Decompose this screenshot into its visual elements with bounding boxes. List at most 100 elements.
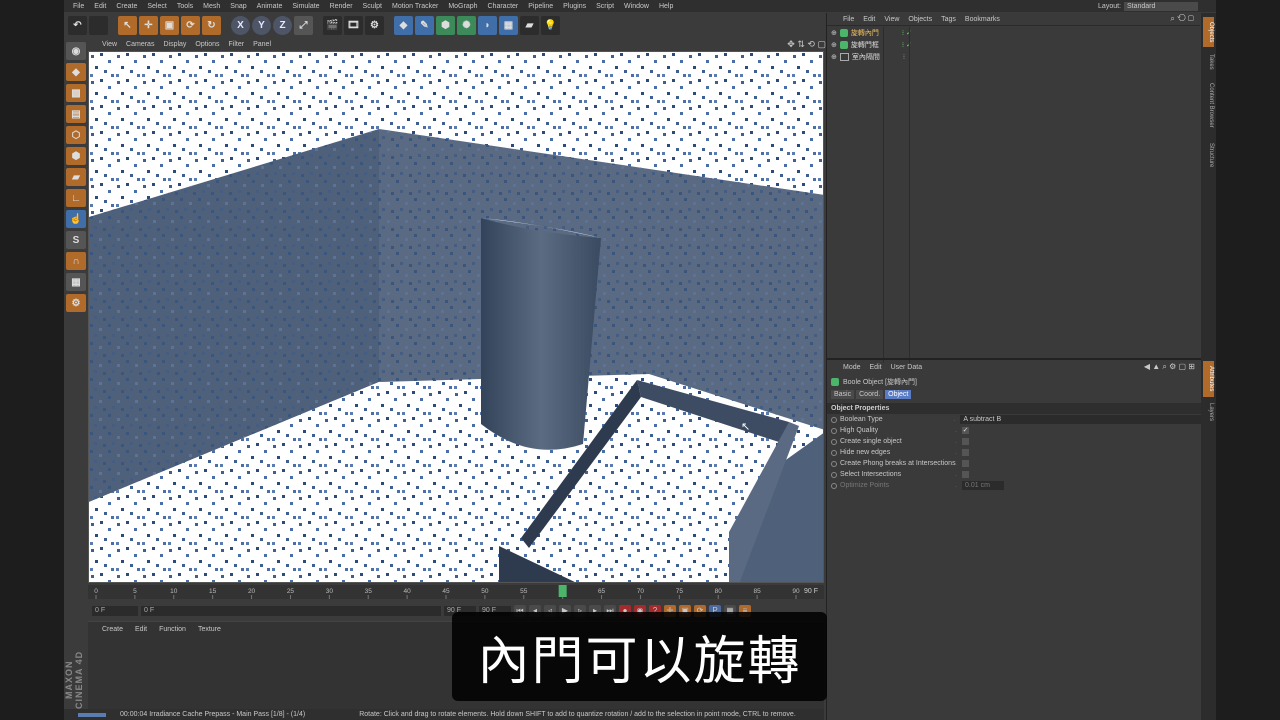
high-quality-checkbox[interactable]: ✓ [962, 427, 969, 434]
side-tab-attributes[interactable]: Attributes [1203, 361, 1214, 397]
axis-mode-icon[interactable]: ∟ [66, 189, 86, 207]
render-settings-icon[interactable]: ⚙ [365, 16, 384, 35]
animate-dot-icon[interactable] [831, 438, 837, 445]
side-tab-objects[interactable]: Objects [1203, 17, 1214, 47]
tweak-mode-icon[interactable]: ☝ [66, 210, 86, 228]
model-mode-icon[interactable]: ◆ [66, 63, 86, 81]
playhead-marker[interactable] [558, 585, 567, 597]
preview-range-slider[interactable]: 0 F [141, 605, 441, 616]
select-intersections-checkbox[interactable] [962, 471, 969, 478]
menu-render[interactable]: Render [325, 3, 358, 10]
zoom-icon[interactable]: ⇅ [797, 39, 805, 49]
menu-file[interactable]: File [68, 3, 89, 10]
object-name[interactable]: 室內隔間 [852, 52, 896, 62]
texture-mode-icon[interactable]: ▩ [66, 84, 86, 102]
x-axis-lock-button[interactable]: X [231, 16, 250, 35]
attr-menu-user-data[interactable]: User Data [891, 364, 923, 371]
material-menu-edit[interactable]: Edit [135, 626, 147, 633]
viewport-menu-panel[interactable]: Panel [253, 41, 271, 48]
redo-icon[interactable] [89, 16, 108, 35]
y-axis-lock-button[interactable]: Y [252, 16, 271, 35]
deformer-icon[interactable]: ◗ [478, 16, 497, 35]
snap-icon[interactable]: S [66, 231, 86, 249]
move-icon[interactable]: ✛ [139, 16, 158, 35]
magnet-icon[interactable]: ∩ [66, 252, 86, 270]
layout-select[interactable]: Standard [1124, 1, 1198, 11]
optimize-points-field[interactable]: 0.01 cm [962, 481, 1004, 490]
points-mode-icon[interactable]: ⬡ [66, 126, 86, 144]
animate-dot-icon[interactable] [831, 416, 837, 423]
tab-coord[interactable]: Coord. [856, 390, 884, 399]
undo-icon[interactable]: ↶ [68, 16, 87, 35]
subdivision-icon[interactable]: ⬢ [436, 16, 455, 35]
menu-mograph[interactable]: MoGraph [443, 3, 482, 10]
material-menu-function[interactable]: Function [159, 626, 186, 633]
light-icon[interactable]: 💡 [541, 16, 560, 35]
menu-motion-tracker[interactable]: Motion Tracker [387, 3, 443, 10]
create-single-object-checkbox[interactable] [962, 438, 969, 445]
visibility-dots-icon[interactable]: ⁝ [903, 53, 905, 61]
material-menu-create[interactable]: Create [102, 626, 123, 633]
side-tab-structure[interactable]: Structure [1203, 137, 1214, 173]
side-tab-takes[interactable]: Takes [1203, 51, 1214, 73]
animate-dot-icon[interactable] [831, 482, 837, 489]
menu-edit[interactable]: Edit [89, 3, 111, 10]
menu-create[interactable]: Create [111, 3, 142, 10]
menu-window[interactable]: Window [619, 3, 654, 10]
scale-icon[interactable]: ▣ [160, 16, 179, 35]
menu-tools[interactable]: Tools [172, 3, 198, 10]
live-selection-icon[interactable]: ↖ [118, 16, 137, 35]
menu-select[interactable]: Select [142, 3, 171, 10]
polygons-mode-icon[interactable]: ▰ [66, 168, 86, 186]
animate-dot-icon[interactable] [831, 449, 837, 456]
attr-menu-edit[interactable]: Edit [870, 364, 882, 371]
pan-icon[interactable]: ✥ [787, 39, 795, 49]
viewport-menu-filter[interactable]: Filter [229, 41, 245, 48]
expand-icon[interactable]: ⊕ [831, 29, 837, 37]
floor-icon[interactable]: ▦ [499, 16, 518, 35]
animate-dot-icon[interactable] [831, 427, 837, 434]
3d-viewport[interactable]: ↖ [88, 51, 824, 583]
attr-nav-icons[interactable]: ◀ ▲ ⌕ ⚙ ▢ ⊞ [1144, 362, 1201, 372]
object-menu-view[interactable]: View [884, 16, 899, 23]
side-tab-content-browser[interactable]: Content Browser [1203, 75, 1214, 135]
menu-animate[interactable]: Animate [252, 3, 288, 10]
expand-icon[interactable]: ⊕ [831, 53, 837, 61]
edges-mode-icon[interactable]: ⬢ [66, 147, 86, 165]
attr-menu-mode[interactable]: Mode [843, 364, 861, 371]
viewport-menu-options[interactable]: Options [195, 41, 219, 48]
pen-spline-icon[interactable]: ✎ [415, 16, 434, 35]
rotate-icon[interactable]: ⟳ [181, 16, 200, 35]
menu-pipeline[interactable]: Pipeline [523, 3, 558, 10]
tab-basic[interactable]: Basic [831, 390, 855, 399]
start-frame-field[interactable]: 0 F [92, 605, 138, 616]
viewport-menu-display[interactable]: Display [163, 41, 186, 48]
timeline-ruler[interactable]: 051015202530354045505560657075808590 90 … [88, 585, 824, 599]
menu-mesh[interactable]: Mesh [198, 3, 225, 10]
cube-icon[interactable]: ◆ [394, 16, 413, 35]
z-axis-lock-button[interactable]: Z [273, 16, 292, 35]
array-icon[interactable]: ✺ [457, 16, 476, 35]
object-menu-file[interactable]: File [843, 16, 854, 23]
boolean-type-select[interactable]: A subtract B [960, 415, 1201, 424]
hide-new-edges-checkbox[interactable] [962, 449, 969, 456]
render-to-picture-viewer-icon[interactable]: 🎞 [344, 16, 363, 35]
maximize-icon[interactable]: ▢ [817, 39, 826, 49]
menu-help[interactable]: Help [654, 3, 678, 10]
material-menu-texture[interactable]: Texture [198, 626, 221, 633]
orbit-icon[interactable]: ⟲ [807, 39, 815, 49]
side-tab-layers[interactable]: Layers [1203, 399, 1214, 425]
workplane-mode-icon[interactable]: ▤ [66, 105, 86, 123]
menu-sculpt[interactable]: Sculpt [358, 3, 387, 10]
visibility-check-icon[interactable]: ⁝ ✓ [902, 41, 912, 49]
render-view-icon[interactable]: 🎬 [323, 16, 342, 35]
menu-character[interactable]: Character [483, 3, 524, 10]
locked-workplane-icon[interactable]: ⚙ [66, 294, 86, 312]
camera-icon[interactable]: ▰ [520, 16, 539, 35]
menu-script[interactable]: Script [591, 3, 619, 10]
tab-object[interactable]: Object [885, 390, 912, 399]
menu-plugins[interactable]: Plugins [558, 3, 591, 10]
make-editable-icon[interactable]: ◉ [66, 42, 86, 60]
object-menu-edit[interactable]: Edit [863, 16, 875, 23]
menu-simulate[interactable]: Simulate [287, 3, 324, 10]
